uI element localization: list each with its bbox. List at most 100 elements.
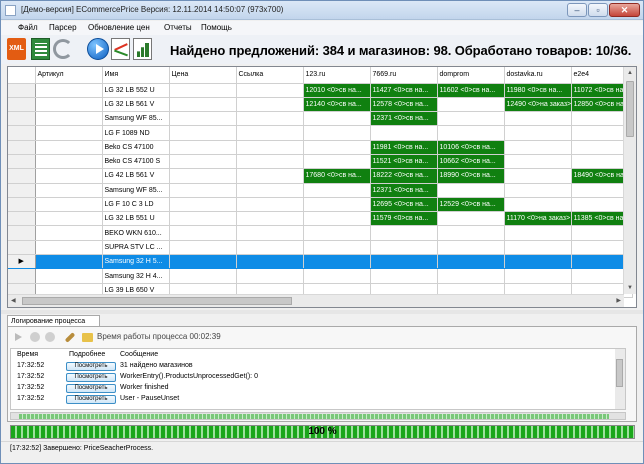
log-scroll-thumb[interactable] — [616, 359, 623, 387]
grid-column-header[interactable]: Имя — [102, 67, 170, 84]
row-header-cell[interactable] — [8, 154, 36, 170]
table-cell[interactable] — [169, 225, 237, 241]
table-cell[interactable] — [504, 268, 572, 284]
table-cell[interactable]: 11981 <0>св на... — [370, 140, 438, 155]
excel-export-icon[interactable] — [31, 38, 50, 60]
table-cell[interactable] — [303, 240, 371, 256]
table-row[interactable]: SUPRA STV LC ... — [8, 240, 633, 256]
table-cell[interactable] — [303, 225, 371, 241]
table-cell[interactable]: Beko CS 47100 — [102, 140, 170, 155]
table-cell[interactable] — [504, 254, 572, 270]
table-cell[interactable] — [236, 211, 304, 227]
table-cell[interactable] — [236, 154, 304, 170]
table-cell[interactable] — [370, 125, 438, 141]
table-cell[interactable] — [303, 197, 371, 213]
bar-report-icon[interactable] — [133, 38, 152, 60]
wrench-icon[interactable] — [64, 332, 76, 343]
table-cell[interactable] — [35, 197, 103, 213]
table-cell[interactable] — [236, 140, 304, 155]
table-cell[interactable] — [236, 97, 304, 113]
table-cell[interactable]: Samsung WF 85... — [102, 183, 170, 198]
table-cell[interactable] — [437, 268, 505, 284]
table-cell[interactable] — [35, 168, 103, 184]
row-header-cell[interactable]: ▶ — [8, 254, 36, 270]
table-cell[interactable] — [35, 211, 103, 227]
table-row[interactable]: LG 42 LB 561 V 17680 <0>св на... 18222 <0>… — [8, 168, 633, 184]
menu-file[interactable]: Файл — [18, 23, 38, 32]
log-horizontal-scrollbar[interactable] — [10, 412, 626, 420]
table-row[interactable]: Samsung WF 85... 12371 <0>св на... — [8, 183, 633, 198]
grid-column-header[interactable]: Цена — [169, 67, 237, 84]
row-header-cell[interactable] — [8, 240, 36, 256]
table-cell[interactable] — [437, 125, 505, 141]
row-header-cell[interactable] — [8, 197, 36, 213]
table-cell[interactable] — [169, 154, 237, 170]
table-cell[interactable] — [504, 140, 572, 155]
chart-report-icon[interactable] — [111, 38, 130, 60]
table-cell[interactable]: 12695 <0>св на... — [370, 197, 438, 213]
table-cell[interactable] — [437, 211, 505, 227]
table-cell[interactable]: 12010 <0>св на... — [303, 83, 371, 98]
table-cell[interactable]: 10106 <0>св на... — [437, 140, 505, 155]
table-cell[interactable] — [169, 211, 237, 227]
table-cell[interactable] — [236, 225, 304, 241]
close-button[interactable]: ✕ — [609, 3, 640, 17]
table-cell[interactable]: 18222 <0>св на... — [370, 168, 438, 184]
table-cell[interactable] — [35, 125, 103, 141]
table-cell[interactable] — [169, 268, 237, 284]
table-cell[interactable] — [303, 125, 371, 141]
table-cell[interactable] — [236, 168, 304, 184]
table-row[interactable]: LG 32 LB 561 V 12140 <0>св на... 12578 <0>… — [8, 97, 633, 113]
log-horizontal-scroll-thumb[interactable] — [19, 414, 609, 419]
table-cell[interactable] — [35, 254, 103, 270]
table-cell[interactable]: Samsung 32 H 5... — [102, 254, 170, 270]
log-vertical-scrollbar[interactable] — [615, 349, 625, 409]
table-cell[interactable] — [169, 97, 237, 113]
results-grid[interactable]: Артикул Имя Цена Ссылка 123.ru 7669.ru domprom… — [7, 66, 637, 308]
run-arrow-icon[interactable] — [14, 332, 24, 342]
table-cell[interactable] — [437, 225, 505, 241]
table-cell[interactable] — [35, 268, 103, 284]
grid-horizontal-scrollbar[interactable]: ◀ ▶ — [8, 294, 624, 307]
menu-help[interactable]: Помощь — [201, 23, 232, 32]
table-cell[interactable]: LG 32 LB 551 U — [102, 211, 170, 227]
row-header-cell[interactable] — [8, 168, 36, 184]
row-header-cell[interactable] — [8, 83, 36, 98]
table-row[interactable]: LG 32 LB 552 U 12010 <0>св на... 11427 <0>… — [8, 83, 633, 98]
table-cell[interactable] — [303, 268, 371, 284]
table-cell[interactable]: 12578 <0>св на... — [370, 97, 438, 113]
table-cell[interactable] — [303, 140, 371, 155]
menu-reports[interactable]: Отчеты — [164, 23, 192, 32]
table-cell[interactable] — [35, 225, 103, 241]
table-cell[interactable]: 12371 <0>св на... — [370, 183, 438, 198]
table-cell[interactable] — [35, 154, 103, 170]
table-cell[interactable] — [504, 154, 572, 170]
table-cell[interactable] — [437, 111, 505, 127]
grid-horizontal-scroll-thumb[interactable] — [22, 297, 292, 305]
scroll-down-icon[interactable]: ▼ — [627, 284, 633, 292]
table-cell[interactable] — [303, 211, 371, 227]
panel-splitter[interactable] — [1, 310, 643, 314]
table-cell[interactable]: Samsung WF 85... — [102, 111, 170, 127]
menu-update-prices[interactable]: Обновление цен — [88, 23, 150, 32]
view-details-button[interactable]: Посмотреть — [66, 384, 116, 393]
table-cell[interactable] — [35, 183, 103, 198]
table-cell[interactable] — [437, 97, 505, 113]
table-cell[interactable]: 11602 <0>св на... — [437, 83, 505, 98]
grid-column-header[interactable]: Артикул — [35, 67, 103, 84]
table-cell[interactable]: 10662 <0>св на... — [437, 154, 505, 170]
table-cell[interactable] — [504, 168, 572, 184]
row-header-cell[interactable] — [8, 97, 36, 113]
table-cell[interactable] — [169, 83, 237, 98]
table-cell[interactable] — [303, 254, 371, 270]
table-cell[interactable]: 11170 <0>на заказ> — [504, 211, 572, 227]
table-cell[interactable] — [236, 183, 304, 198]
table-cell[interactable] — [35, 97, 103, 113]
row-header-cell[interactable] — [8, 125, 36, 141]
table-cell[interactable] — [303, 183, 371, 198]
table-cell[interactable] — [169, 125, 237, 141]
grid-column-header[interactable]: Ссылка — [236, 67, 304, 84]
view-details-button[interactable]: Посмотреть — [66, 373, 116, 382]
table-cell[interactable] — [236, 111, 304, 127]
table-cell[interactable] — [504, 111, 572, 127]
